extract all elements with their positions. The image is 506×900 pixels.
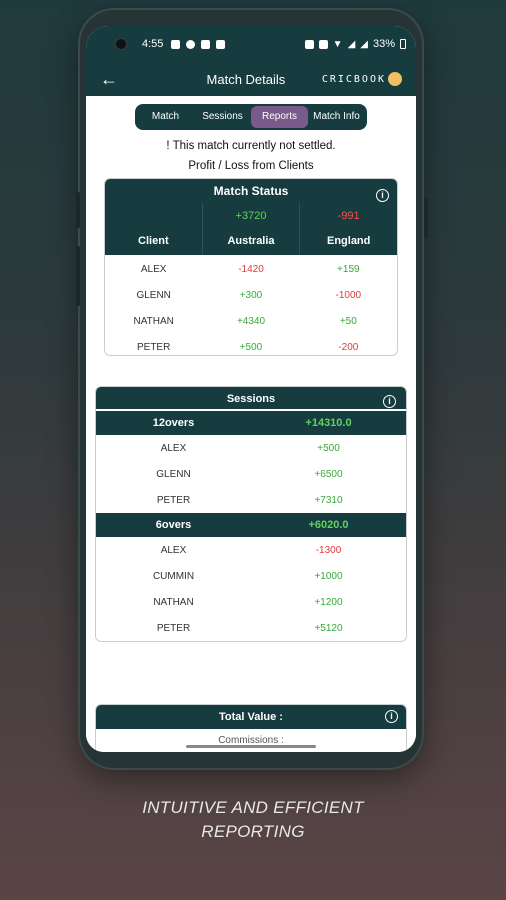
tab-sessions[interactable]: Sessions [194,106,251,128]
table-row: PETER +5120 [96,615,406,641]
england-value: -1000 [335,289,362,301]
client-name: ALEX [140,263,167,275]
match-status-header: Match Status i Client +3720 Australia -9… [105,179,397,255]
client-name: PETER [156,622,191,634]
england-value: -200 [338,341,359,353]
mute-icon [318,39,328,49]
session-value: +500 [317,442,340,454]
table-row: NATHAN +1200 [96,589,406,615]
tab-match-info[interactable]: Match Info [308,106,365,128]
england-value: +50 [339,315,357,327]
client-name: GLENN [136,289,171,301]
tab-reports[interactable]: Reports [251,106,308,128]
logo-text: CRICBOOK [321,73,386,85]
australia-column-header: Australia [227,235,275,247]
sessions-header: Sessions i [96,387,406,411]
caption-line-2: REPORTING [201,822,305,841]
volume-button [76,192,80,228]
message-icon [216,39,226,49]
battery-icon [400,39,406,49]
session-value: +1000 [314,570,343,582]
table-row: ALEX -1420 +159 [105,256,397,282]
client-name: ALEX [160,544,187,556]
client-column-header: Client [138,235,169,247]
tab-bar: Match Sessions Reports Match Info [135,104,367,130]
client-name: NATHAN [153,596,194,608]
session-value: +5120 [314,622,343,634]
australia-value: +300 [239,289,263,301]
main-content: Match Sessions Reports Match Info ! This… [86,96,416,752]
match-status-title: Match Status [213,184,289,198]
england-column-header: England [326,235,371,247]
table-row: CUMMIN +1000 [96,563,406,589]
power-button [424,198,428,238]
sessions-title: Sessions [226,393,276,405]
session-total: +14310.0 [305,417,352,429]
client-name: CUMMIN [152,570,195,582]
caption-line-1: INTUITIVE AND EFFICIENT [142,798,364,817]
app-logo: CRICBOOK [322,72,402,86]
session-total: +6020.0 [308,519,349,531]
client-name: GLENN [156,468,191,480]
client-name: PETER [136,341,171,353]
table-row: PETER +7310 [96,487,406,513]
status-time: 4:55 [142,38,164,50]
table-row: GLENN +6500 [96,461,406,487]
session-value: +6500 [314,468,343,480]
unsettled-notice: ! This match currently not settled. [166,140,336,152]
info-icon[interactable]: i [385,710,398,723]
mail-icon [201,39,211,49]
phone-screen: 4:55 ▼ ◢ ◢ 33% ← Match Details CRICBOOK … [86,26,416,752]
session-name: 12overs [152,417,195,429]
australia-value: +500 [239,341,263,353]
battery-level: 33% [372,38,395,50]
table-row: NATHAN +4340 +50 [105,308,397,334]
australia-total: +3720 [235,210,267,222]
home-indicator [186,745,316,748]
table-row: GLENN +300 -1000 [105,282,397,308]
section-subtitle: Profit / Loss from Clients [188,160,314,172]
session-value: +7310 [314,494,343,506]
page-title: Match Details [206,71,286,87]
match-status-card: Match Status i Client +3720 Australia -9… [104,178,398,356]
sessions-card: Sessions i 12overs +14310.0 ALEX +500 GL… [95,386,407,642]
client-name: PETER [156,494,191,506]
client-name: NATHAN [133,315,174,327]
app-bar: ← Match Details CRICBOOK [86,62,416,96]
session-value: +1200 [314,596,343,608]
signal-icon-2: ◢ [360,38,368,50]
session-group-header: 6overs +6020.0 [96,513,406,537]
australia-value: +4340 [236,315,266,327]
arrow-left-icon[interactable]: ← [100,69,130,90]
session-value: -1300 [315,544,342,556]
notification-icon [171,39,181,49]
heart-icon [186,39,196,49]
info-icon[interactable]: i [383,395,396,408]
info-icon[interactable]: i [376,189,389,202]
tab-match[interactable]: Match [137,106,194,128]
signal-icon: ◢ [347,38,356,50]
total-value-title: Total Value : [219,711,283,723]
volume-button-2 [76,246,80,306]
australia-value: -1420 [238,263,264,275]
england-value: +159 [337,263,360,275]
client-name: ALEX [160,442,187,454]
volte-icon [304,39,314,49]
table-row: ALEX -1300 [96,537,406,563]
total-value-header: Total Value : i [96,705,406,729]
status-bar: 4:55 ▼ ◢ ◢ 33% [86,26,416,62]
front-camera [114,37,128,51]
logo-badge-icon [388,72,402,86]
table-row: PETER +500 -200 [105,334,397,355]
table-row: ALEX +500 [96,435,406,461]
england-total: -991 [337,210,360,222]
session-name: 6overs [155,519,192,531]
wifi-icon: ▼ [332,38,343,50]
session-group-header: 12overs +14310.0 [96,411,406,435]
commissions-label: Commissions : [218,735,284,746]
